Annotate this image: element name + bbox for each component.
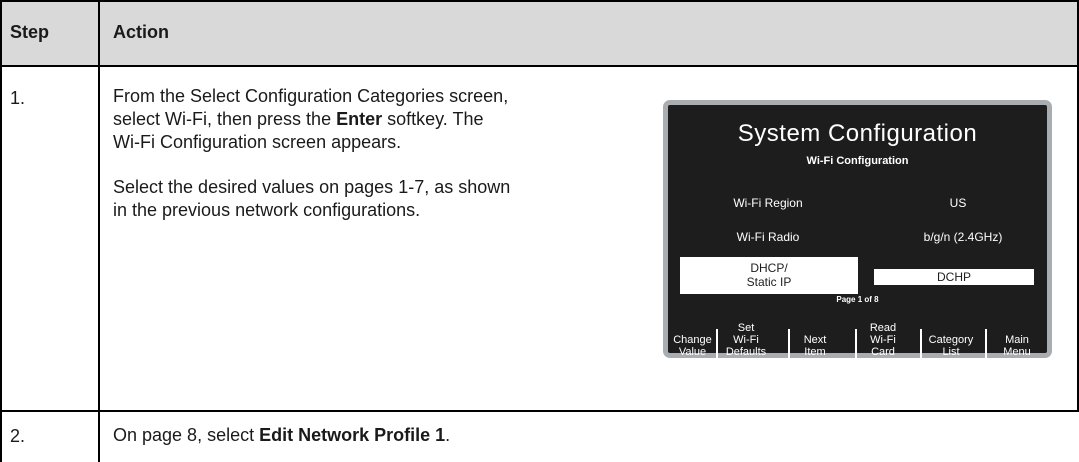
wifi-region-label: Wi-Fi Region — [733, 196, 803, 210]
header-action: Action — [113, 22, 169, 42]
table-border-top — [0, 0, 1079, 2]
enter-softkey-label: Enter — [336, 109, 383, 129]
screen-subtitle: Wi-Fi Configuration — [806, 155, 909, 167]
procedure-table: Step Action 1. From the Select Configura… — [0, 0, 1079, 462]
softkey-divider — [788, 329, 790, 358]
step-instruction: From the Select Configuration Categories… — [113, 86, 509, 152]
read-wifi-card-softkey[interactable]: Read Wi-Fi Card — [857, 313, 909, 358]
dhcp-value-field[interactable]: DCHP — [874, 269, 1034, 285]
screen-title: System Configuration — [737, 120, 978, 147]
header-divider — [0, 65, 1079, 67]
step-instruction: On page 8, select Edit Network Profile 1… — [113, 425, 451, 445]
row-divider — [0, 410, 1079, 412]
edit-network-profile-label: Edit Network Profile 1 — [259, 425, 446, 445]
dhcp-static-ip-label[interactable]: DHCP/ Static IP — [680, 257, 858, 294]
category-list-softkey[interactable]: Category List — [922, 313, 980, 358]
wifi-region-value: US — [949, 196, 967, 210]
header-step: Step — [10, 22, 50, 42]
softkey-divider — [985, 329, 987, 358]
main-menu-softkey[interactable]: Main Menu — [990, 313, 1044, 358]
set-wifi-defaults-softkey[interactable]: Set Wi-Fi Defaults — [718, 313, 774, 358]
column-divider — [98, 0, 100, 462]
table-border-left — [0, 0, 2, 462]
change-value-softkey[interactable]: Change Value — [670, 313, 715, 358]
next-item-softkey[interactable]: Next Item — [791, 313, 839, 358]
wifi-radio-label: Wi-Fi Radio — [736, 230, 800, 244]
step-note: Select the desired values on pages 1-7, … — [113, 177, 511, 220]
page-indicator: Page 1 of 8 — [836, 295, 879, 304]
wifi-radio-value: b/g/n (2.4GHz) — [923, 230, 1003, 244]
step-number: 2. — [10, 426, 26, 446]
wifi-configuration-screen: System Configuration Wi-Fi Configuration… — [663, 100, 1052, 358]
step-number: 1. — [10, 88, 26, 108]
